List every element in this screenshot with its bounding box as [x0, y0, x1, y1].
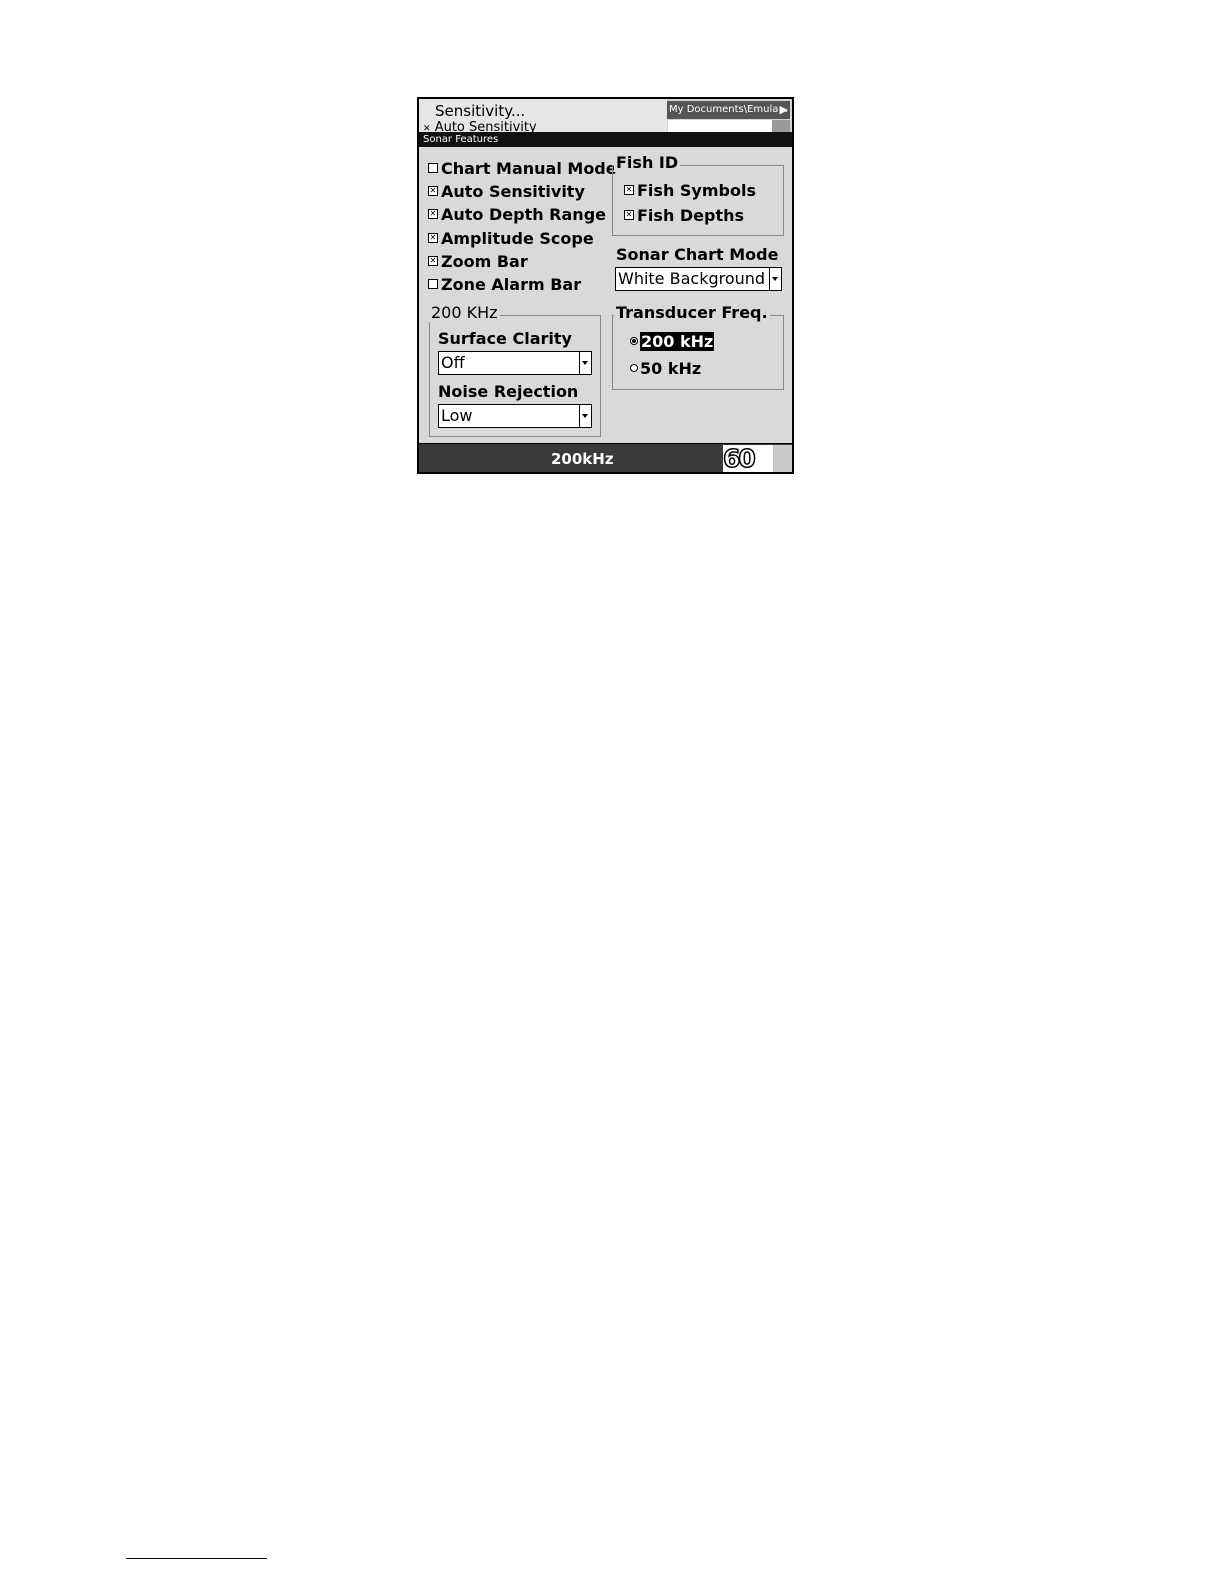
chevron-down-icon[interactable] [579, 405, 591, 427]
checkbox-fish-symbols[interactable]: ✕ Fish Symbols [624, 179, 756, 201]
checkbox-amplitude-scope[interactable]: ✕ Amplitude Scope [428, 227, 594, 249]
sonar-screen: Sensitivity... ✕ Auto Sensitivity My Doc… [417, 97, 794, 474]
dropdown-value: Low [441, 406, 473, 425]
dialog-body: Chart Manual Mode ✕ Auto Sensitivity ✕ A… [419, 147, 792, 443]
checkbox-box: ✕ [428, 233, 438, 243]
checkbox-label: Auto Depth Range [441, 204, 606, 224]
checkbox-label: Zoom Bar [441, 251, 528, 271]
checkbox-zoom-bar[interactable]: ✕ Zoom Bar [428, 250, 528, 272]
radio-button [630, 337, 638, 345]
sonar-chart-mode-dropdown[interactable]: White Background [615, 267, 782, 291]
dropdown-value: White Background [618, 269, 766, 288]
value-box [668, 120, 772, 132]
depth-readout: 60 [722, 443, 756, 473]
fish-id-label: Fish ID [614, 153, 681, 172]
radio-50-khz[interactable]: 50 kHz [630, 358, 701, 378]
checkbox-box [428, 163, 438, 173]
menu-item-sensitivity[interactable]: Sensitivity... [435, 102, 525, 120]
checkbox-auto-sensitivity[interactable]: ✕ Auto Sensitivity [428, 180, 585, 202]
footnote-rule [126, 1558, 267, 1559]
checkbox-label: Chart Manual Mode [441, 158, 617, 178]
dialog-title: Sonar Features [419, 132, 792, 147]
checkbox-label: Fish Symbols [637, 180, 756, 200]
radio-label: 50 kHz [640, 358, 702, 378]
noise-rejection-label: Noise Rejection [438, 382, 579, 401]
checkbox-box: ✕ [624, 210, 634, 220]
checkbox-label: Auto Sensitivity [441, 181, 585, 201]
checkbox-box: ✕ [428, 209, 438, 219]
scroll-strip [772, 120, 790, 132]
status-bar: 200kHz 60 [419, 443, 792, 473]
checkbox-auto-depth-range[interactable]: ✕ Auto Depth Range [428, 203, 606, 225]
background-menu: Sensitivity... ✕ Auto Sensitivity [419, 99, 667, 133]
checkbox-fish-depths[interactable]: ✕ Fish Depths [624, 204, 744, 226]
menu-item-auto-sensitivity[interactable]: ✕ Auto Sensitivity [423, 120, 537, 132]
file-path-bar: My Documents\Emula... ▶ [667, 101, 790, 119]
chevron-down-icon[interactable] [769, 268, 781, 290]
play-arrow-icon[interactable]: ▶ [780, 101, 788, 119]
transducer-freq-label: Transducer Freq. [614, 303, 770, 322]
sonar-chart-mode-label: Sonar Chart Mode [616, 245, 779, 264]
transducer-freq-group [612, 315, 784, 390]
checkbox-zone-alarm-bar[interactable]: Zone Alarm Bar [428, 273, 581, 295]
freq-group-label: 200 KHz [429, 303, 500, 322]
menu-item-check: ✕ [423, 124, 431, 132]
surface-clarity-dropdown[interactable]: Off [438, 351, 592, 375]
chevron-down-icon[interactable] [579, 352, 591, 374]
status-frequency: 200kHz [551, 450, 614, 468]
checkbox-box: ✕ [428, 186, 438, 196]
file-path-text: My Documents\Emula... [669, 104, 788, 115]
status-end-block [773, 445, 792, 472]
checkbox-box [428, 279, 438, 289]
surface-clarity-label: Surface Clarity [438, 329, 572, 348]
checkbox-box: ✕ [428, 256, 438, 266]
noise-rejection-dropdown[interactable]: Low [438, 404, 592, 428]
checkbox-box: ✕ [624, 185, 634, 195]
radio-label: 200 kHz [640, 331, 715, 351]
radio-200-khz[interactable]: 200 kHz [630, 331, 715, 351]
dropdown-value: Off [441, 353, 465, 372]
checkbox-label: Amplitude Scope [441, 228, 594, 248]
checkbox-chart-manual-mode[interactable]: Chart Manual Mode [428, 157, 617, 179]
checkbox-label: Fish Depths [637, 205, 745, 225]
checkbox-label: Zone Alarm Bar [441, 274, 582, 294]
radio-button [630, 364, 638, 372]
